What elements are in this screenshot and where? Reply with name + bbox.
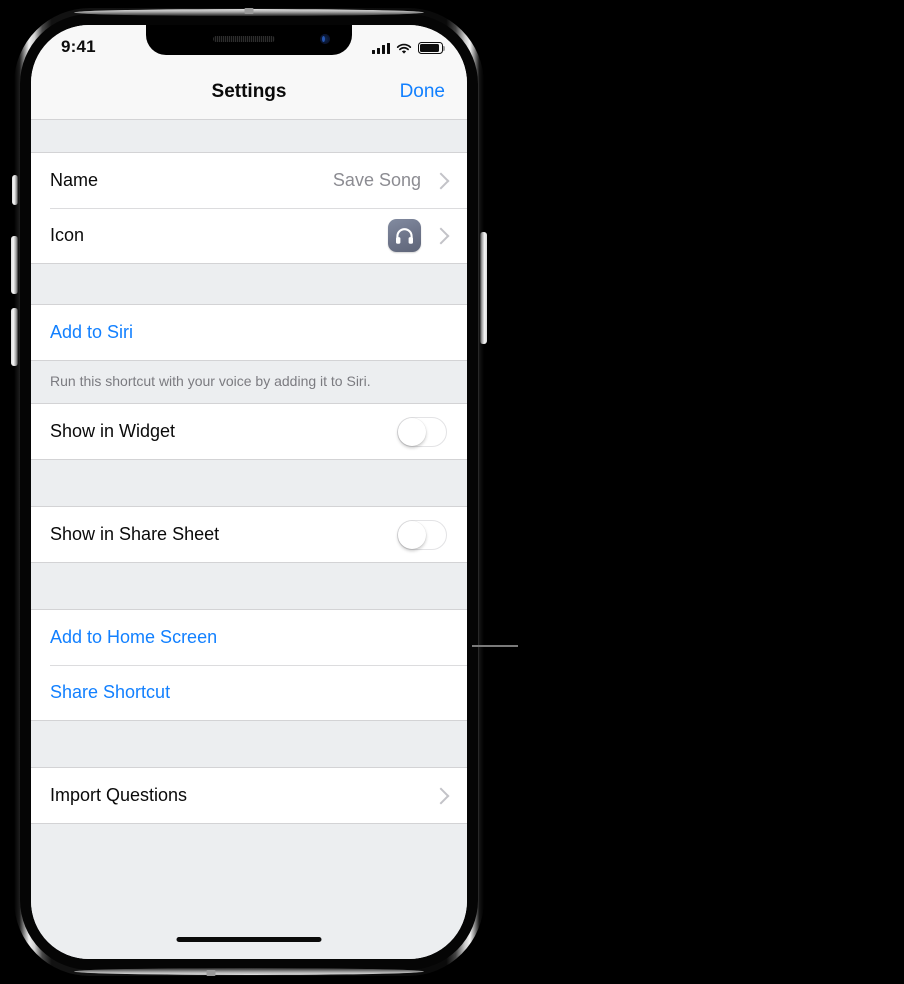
volume-up-button[interactable] — [11, 236, 18, 294]
section-import-questions: Import Questions — [31, 767, 467, 825]
volume-down-button[interactable] — [11, 308, 18, 366]
toggle-knob — [398, 417, 426, 446]
row-name-label: Name — [50, 170, 99, 190]
settings-list[interactable]: Name Save Song Icon Add to Siri Run this… — [31, 120, 467, 959]
toggle-knob — [398, 520, 426, 549]
row-show-in-widget[interactable]: Show in Widget — [31, 404, 467, 460]
power-button[interactable] — [480, 232, 487, 344]
cellular-signal-icon — [372, 42, 390, 54]
section-shortcut-details: Name Save Song Icon — [31, 152, 467, 264]
notch — [146, 25, 352, 55]
battery-full-icon — [418, 42, 446, 54]
row-add-to-home-screen[interactable]: Add to Home Screen — [31, 610, 467, 666]
section-gap — [31, 120, 467, 152]
phone-screen: 9:41 Settings Done Name Save Song Icon A… — [31, 25, 467, 959]
section-gap — [31, 563, 467, 610]
iphone-device-frame: 9:41 Settings Done Name Save Song Icon A… — [11, 8, 487, 976]
device-bottom-sheen — [74, 968, 424, 975]
siri-footer-note: Run this shortcut with your voice by add… — [31, 361, 467, 404]
section-share-sheet: Show in Share Sheet — [31, 506, 467, 564]
import-questions-label: Import Questions — [50, 785, 188, 806]
headphones-icon — [388, 219, 421, 252]
section-gap — [31, 460, 467, 507]
home-indicator[interactable] — [176, 937, 322, 942]
add-to-home-screen-label: Add to Home Screen — [50, 627, 218, 648]
row-icon[interactable]: Icon — [31, 208, 467, 263]
add-to-siri-label: Add to Siri — [50, 322, 134, 342]
show-in-share-sheet-label: Show in Share Sheet — [50, 524, 220, 545]
done-button[interactable]: Done — [400, 81, 445, 103]
chevron-right-icon — [432, 172, 450, 189]
row-name[interactable]: Name Save Song — [31, 153, 467, 208]
device-top-antenna-mark — [244, 8, 254, 14]
row-share-shortcut[interactable]: Share Shortcut — [31, 665, 467, 721]
status-indicators — [372, 39, 446, 54]
device-bottom-antenna-mark — [206, 970, 216, 976]
row-add-to-siri[interactable]: Add to Siri — [31, 305, 467, 360]
row-name-value: Save Song — [332, 170, 421, 190]
chevron-right-icon — [432, 787, 450, 805]
navigation-bar: Settings Done — [31, 69, 467, 120]
section-gap — [31, 264, 467, 304]
section-siri: Add to Siri — [31, 304, 467, 361]
section-actions: Add to Home Screen Share Shortcut — [31, 609, 467, 722]
section-gap — [31, 721, 467, 768]
chevron-right-icon — [432, 227, 450, 244]
silent-switch[interactable] — [12, 175, 18, 205]
show-in-widget-label: Show in Widget — [50, 421, 176, 442]
share-shortcut-label: Share Shortcut — [50, 682, 171, 703]
section-widget: Show in Widget — [31, 403, 467, 461]
show-in-widget-toggle[interactable] — [397, 416, 447, 447]
row-icon-label: Icon — [50, 225, 85, 245]
show-in-share-sheet-toggle[interactable] — [397, 519, 447, 550]
earpiece-speaker-icon — [213, 36, 276, 42]
wifi-icon — [396, 42, 412, 54]
front-camera-icon — [320, 34, 330, 44]
status-time: 9:41 — [61, 37, 96, 56]
callout-leader-line — [472, 645, 518, 647]
row-import-questions[interactable]: Import Questions — [31, 768, 467, 824]
row-show-in-share-sheet[interactable]: Show in Share Sheet — [31, 507, 467, 563]
